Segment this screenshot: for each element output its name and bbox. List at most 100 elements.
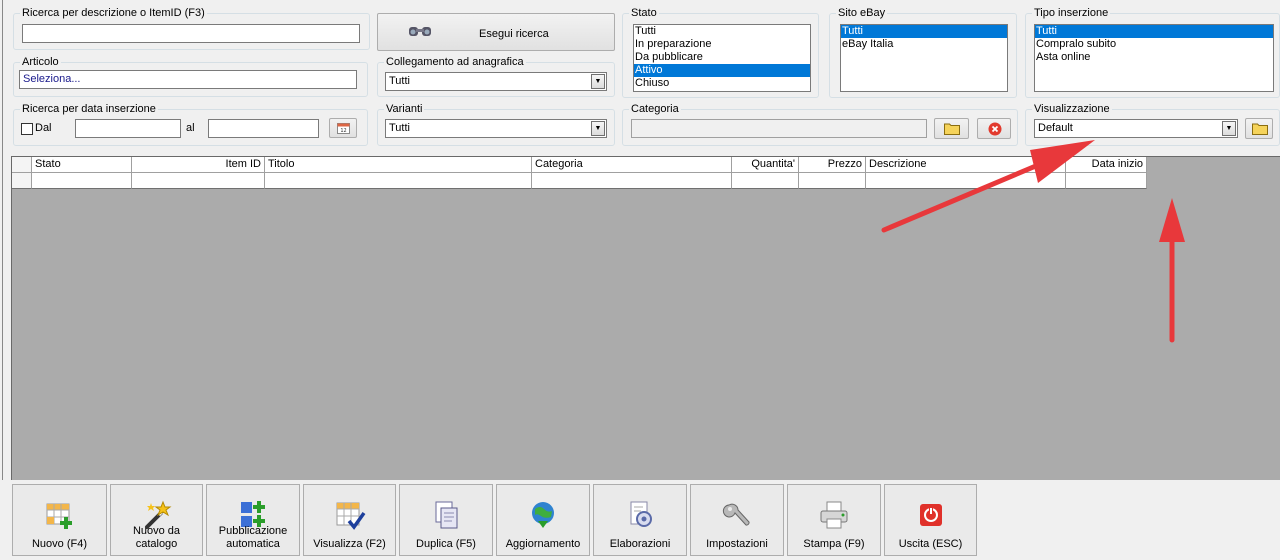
toolbar-button-magic-wand[interactable]: Nuovo da catalogo [110, 484, 203, 556]
toolbar-button-processing[interactable]: Elaborazioni [593, 484, 687, 556]
toolbar-label: Visualizza (F2) [313, 538, 386, 550]
categoria-label: Categoria [629, 103, 681, 116]
stato-item-chiuso[interactable]: Chiuso [634, 77, 810, 90]
articolo-group: Articolo Seleziona... [13, 56, 368, 97]
visualizzazione-select[interactable]: Default ▼ [1034, 119, 1238, 138]
sito-label: Sito eBay [836, 7, 888, 20]
toolbar-button-grid-check[interactable]: Visualizza (F2) [303, 484, 396, 556]
collegamento-value: Tutti [389, 75, 410, 87]
varianti-label: Varianti [384, 103, 425, 116]
stato-group: Stato Tutti In preparazione Da pubblicar… [622, 7, 819, 98]
categoria-clear-button[interactable] [977, 118, 1011, 139]
toolbar-button-globe-update[interactable]: Aggiornamento [496, 484, 590, 556]
collegamento-label: Collegamento ad anagrafica [384, 56, 526, 69]
sito-item-ebay-italia[interactable]: eBay Italia [841, 38, 1007, 51]
search-input[interactable] [22, 24, 360, 43]
sito-item-tutti[interactable]: Tutti [841, 25, 1007, 38]
toolbar-label: Nuovo da catalogo [132, 525, 181, 550]
al-label: al [186, 122, 195, 134]
printer-icon [818, 499, 850, 531]
col-header-data-inizio[interactable]: Data inizio [1066, 157, 1147, 173]
collegamento-select[interactable]: Tutti ▼ [385, 72, 607, 91]
chevron-down-icon[interactable]: ▼ [591, 121, 605, 136]
tipo-item-asta-online[interactable]: Asta online [1035, 51, 1273, 64]
grid-check-icon [334, 499, 366, 531]
items-grid[interactable]: Stato Item ID Titolo Categoria Quantita'… [11, 156, 1280, 480]
grid-cell[interactable] [265, 173, 532, 189]
varianti-value: Tutti [389, 122, 410, 134]
dal-input[interactable] [75, 119, 181, 138]
sito-listbox[interactable]: Tutti eBay Italia [840, 24, 1008, 92]
dal-checkbox[interactable] [21, 123, 33, 135]
calendar-button[interactable]: 12 [329, 118, 357, 138]
toolbar-label: Nuovo (F4) [31, 538, 88, 550]
col-header-titolo[interactable]: Titolo [265, 157, 532, 173]
svg-text:12: 12 [340, 128, 346, 134]
stato-item-da-pubblicare[interactable]: Da pubblicare [634, 51, 810, 64]
visualizzazione-group: Visualizzazione Default ▼ [1025, 103, 1280, 146]
visualizzazione-label: Visualizzazione [1032, 103, 1112, 116]
col-header-prezzo[interactable]: Prezzo [799, 157, 866, 173]
categoria-input [631, 119, 927, 138]
toolbar-button-duplicate[interactable]: Duplica (F5) [399, 484, 493, 556]
chevron-down-icon[interactable]: ▼ [591, 74, 605, 89]
visualizzazione-folder-button[interactable] [1245, 118, 1273, 139]
toolbar-label: Uscita (ESC) [898, 538, 963, 550]
articolo-label: Articolo [20, 56, 61, 69]
varianti-select[interactable]: Tutti ▼ [385, 119, 607, 138]
grid-cell[interactable] [799, 173, 866, 189]
articolo-input[interactable]: Seleziona... [19, 70, 357, 89]
dal-label: Dal [35, 122, 52, 134]
col-header-descrizione[interactable]: Descrizione [866, 157, 1066, 173]
grid-cell[interactable] [132, 173, 265, 189]
grid-row-selector[interactable] [12, 173, 32, 189]
stato-item-attivo[interactable]: Attivo [634, 64, 810, 77]
left-edge [0, 0, 3, 480]
grid-cell[interactable] [732, 173, 799, 189]
toolbar-button-publish[interactable]: Pubblicazione automatica [206, 484, 300, 556]
collegamento-group: Collegamento ad anagrafica Tutti ▼ [377, 56, 615, 97]
toolbar-button-grid-add[interactable]: Nuovo (F4) [12, 484, 107, 556]
categoria-browse-button[interactable] [934, 118, 969, 139]
stato-item-tutti[interactable]: Tutti [634, 25, 810, 38]
tipo-item-compralo-subito[interactable]: Compralo subito [1035, 38, 1273, 51]
toolbar-label: Elaborazioni [609, 538, 671, 550]
col-header-quantita[interactable]: Quantita' [732, 157, 799, 173]
col-header-item-id[interactable]: Item ID [132, 157, 265, 173]
chevron-down-icon[interactable]: ▼ [1222, 121, 1236, 136]
grid-cell[interactable] [532, 173, 732, 189]
grid-cell[interactable] [1066, 173, 1147, 189]
varianti-group: Varianti Tutti ▼ [377, 103, 615, 146]
toolbar-label: Pubblicazione automatica [218, 525, 288, 550]
folder-icon [944, 123, 960, 135]
stato-item-in-preparazione[interactable]: In preparazione [634, 38, 810, 51]
stato-label: Stato [629, 7, 659, 20]
tipo-label: Tipo inserzione [1032, 7, 1111, 20]
col-header-categoria[interactable]: Categoria [532, 157, 732, 173]
al-input[interactable] [208, 119, 319, 138]
categoria-group: Categoria [622, 103, 1018, 146]
toolbar-button-printer[interactable]: Stampa (F9) [787, 484, 881, 556]
stato-listbox[interactable]: Tutti In preparazione Da pubblicare Atti… [633, 24, 811, 92]
run-search-label: Esegui ricerca [479, 28, 549, 40]
visualizzazione-value: Default [1038, 122, 1073, 134]
processing-icon [624, 499, 656, 531]
binoculars-icon [409, 27, 431, 36]
toolbar-button-wrench[interactable]: Impostazioni [690, 484, 784, 556]
power-icon [915, 499, 947, 531]
run-search-button[interactable]: Esegui ricerca [377, 13, 615, 51]
col-header-stato[interactable]: Stato [32, 157, 132, 173]
toolbar-label: Duplica (F5) [416, 538, 476, 550]
toolbar-button-power[interactable]: Uscita (ESC) [884, 484, 977, 556]
tipo-item-tutti[interactable]: Tutti [1035, 25, 1273, 38]
tipo-listbox[interactable]: Tutti Compralo subito Asta online [1034, 24, 1274, 92]
grid-cell[interactable] [32, 173, 132, 189]
search-label: Ricerca per descrizione o ItemID (F3) [20, 7, 207, 20]
wrench-icon [721, 499, 753, 531]
sito-group: Sito eBay Tutti eBay Italia [829, 7, 1017, 98]
globe-update-icon [527, 499, 559, 531]
calendar-icon: 12 [337, 123, 350, 134]
grid-cell[interactable] [866, 173, 1066, 189]
toolbar-label: Stampa (F9) [803, 538, 865, 550]
clear-icon [988, 122, 1002, 136]
